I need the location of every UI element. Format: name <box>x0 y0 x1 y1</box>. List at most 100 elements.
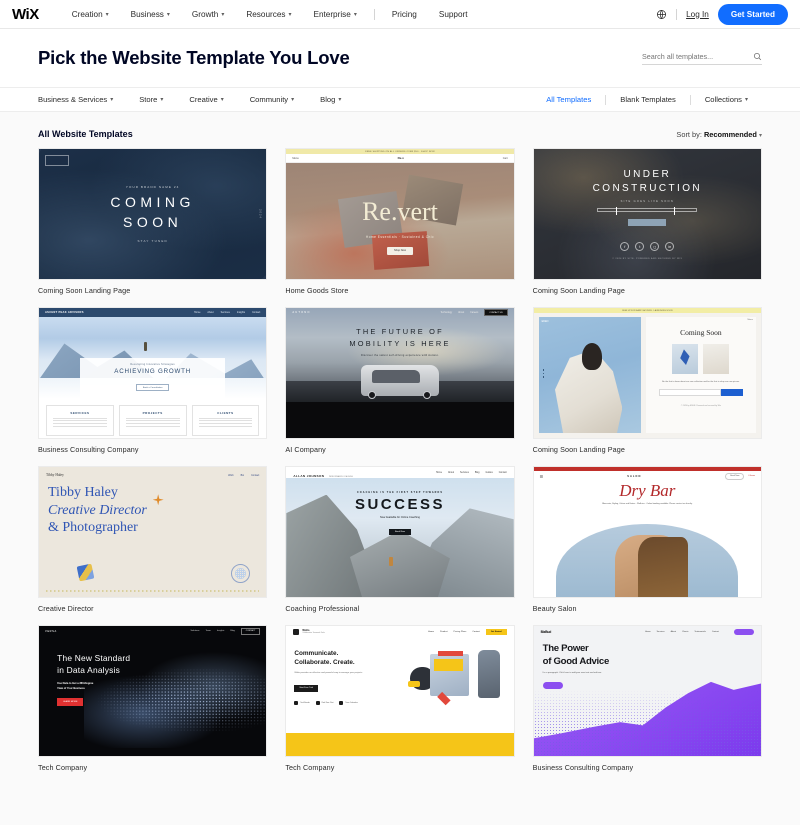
link-all-templates[interactable]: All Templates <box>532 95 605 104</box>
preview-nav: BizBud Home Services About Clients Testi… <box>534 626 761 637</box>
hair-shape <box>581 342 602 371</box>
preview-nav: VERSA Solutions Team Insights Blog CONTA… <box>39 626 266 636</box>
nav-item-resources[interactable]: Resources ▾ <box>235 10 302 19</box>
category-store[interactable]: Store ▾ <box>126 95 176 104</box>
preview-button: Book a Consultation <box>135 384 170 392</box>
nav-item: Product <box>440 630 448 633</box>
template-card[interactable]: FREE SHIPPING ON ALL ORDERS OVER $50 · S… <box>285 148 515 295</box>
get-started-button[interactable]: Get Started <box>717 3 788 25</box>
nav-item: Clients <box>682 630 689 633</box>
nav-item-creation[interactable]: Creation ▾ <box>61 10 120 19</box>
globe-icon <box>231 563 251 583</box>
template-thumbnail[interactable]: Tibby Haley Work Bio Contact Tibby Haley… <box>38 466 268 598</box>
template-preview-ai-mobility: AUTONO Technology About Careers CONTACT … <box>286 308 514 438</box>
template-card[interactable]: VERSA Solutions Team Insights Blog CONTA… <box>38 625 268 772</box>
sort-control[interactable]: Sort by: Recommended ▾ <box>676 130 762 139</box>
chevron-down-icon: ▾ <box>110 97 114 103</box>
template-card[interactable]: ☰ SALON Book Now 0 Items Dry Bar Blow-ou… <box>532 466 762 613</box>
template-card[interactable]: BizBud Home Services About Clients Testi… <box>532 625 762 772</box>
climber-shape <box>388 557 393 567</box>
nav-label: Enterprise <box>313 9 351 19</box>
template-thumbnail[interactable]: FREE SHIPPING ON ALL ORDERS OVER $50 · S… <box>285 148 515 280</box>
sort-label: Sort by: <box>676 129 702 139</box>
template-thumbnail[interactable]: Wolto Collaborative Teamwork Tools Home … <box>285 625 515 757</box>
nav-item-business[interactable]: Business ▾ <box>120 10 181 19</box>
link-collections[interactable]: Collections ▾ <box>691 95 762 104</box>
preview-kicker: COACHING IS THE FIRST STEP TOWARDS <box>356 491 444 495</box>
nav-button: Get Started <box>485 628 507 635</box>
preview-headline: ACHIEVING GROWTH <box>114 367 192 375</box>
announcement-text: SIGN UP FOR EARLY ACCESS · LAUNCHING SOO… <box>622 309 673 312</box>
template-card[interactable]: UNDER CONSTRUCTION SITE GOES LIVE SOON f… <box>532 148 762 295</box>
template-thumbnail[interactable]: ☰ SALON Book Now 0 Items Dry Bar Blow-ou… <box>532 466 762 598</box>
template-grid: YOUR BRAND NAME 24 COMING SOON STAY TUNE… <box>38 148 762 772</box>
template-thumbnail[interactable]: AUTONO Technology About Careers CONTACT … <box>285 307 515 439</box>
template-card[interactable]: SIGN UP FOR EARLY ACCESS · LAUNCHING SOO… <box>532 307 762 454</box>
feature-column: PROJECTS <box>118 404 187 437</box>
preview-footer: © 2024 BY SITE. POWERED AND SECURED BY W… <box>612 258 683 260</box>
search-icon[interactable] <box>753 52 762 61</box>
category-community[interactable]: Community ▾ <box>237 95 307 104</box>
feature-columns: SERVICES PROJECTS CLIENTS <box>39 399 266 438</box>
template-card[interactable]: YOUR BRAND NAME 24 COMING SOON STAY TUNE… <box>38 148 268 295</box>
beak-shape <box>408 680 421 688</box>
nav-label: Resources <box>246 9 286 19</box>
category-blog[interactable]: Blog ▾ <box>307 95 354 104</box>
preview-logo: BizBud <box>540 629 552 634</box>
template-label: Tech Company <box>38 763 88 772</box>
product-thumb <box>703 344 730 374</box>
template-label: Coaching Professional <box>285 604 360 613</box>
category-label: Business & Services <box>38 95 108 104</box>
login-link[interactable]: Log In <box>686 10 709 19</box>
link-blank-templates[interactable]: Blank Templates <box>606 95 690 104</box>
wix-logo[interactable]: WiX <box>12 6 39 23</box>
nav-item: Contact <box>472 630 480 633</box>
chevron-down-icon: ▾ <box>221 11 225 18</box>
chevron-down-icon: ▾ <box>338 97 342 103</box>
nav-item: Services <box>656 630 665 633</box>
template-card[interactable]: AUTONO Technology About Careers CONTACT … <box>285 307 515 454</box>
preview-subline: STAY TUNED <box>137 238 168 243</box>
facebook-icon: f <box>620 242 630 251</box>
nav-item-enterprise[interactable]: Enterprise ▾ <box>302 10 367 19</box>
character-shape <box>478 649 500 699</box>
template-thumbnail[interactable]: VERSA Solutions Team Insights Blog CONTA… <box>38 625 268 757</box>
nav-item-pricing[interactable]: Pricing <box>381 10 428 19</box>
nav-item-support[interactable]: Support <box>428 10 479 19</box>
box-shape <box>433 658 463 672</box>
preview-logo: Tibby Haley <box>46 473 64 477</box>
template-thumbnail[interactable]: ALLAN JOHNSON PERFORMANCE COACHING Home … <box>285 466 515 598</box>
illustration <box>408 645 505 707</box>
template-thumbnail[interactable]: ASCENT PEAK ADVISORS Home About Services… <box>38 307 268 439</box>
template-card[interactable]: ALLAN JOHNSON PERFORMANCE COACHING Home … <box>285 466 515 613</box>
template-card[interactable]: ASCENT PEAK ADVISORS Home About Services… <box>38 307 268 454</box>
template-label: Tech Company <box>285 763 335 772</box>
template-card[interactable]: Wolto Collaborative Teamwork Tools Home … <box>285 625 515 772</box>
nav-item: Contact <box>498 471 507 474</box>
chevron-down-icon: ▾ <box>288 11 292 18</box>
template-thumbnail[interactable]: SIGN UP FOR EARLY ACCESS · LAUNCHING SOO… <box>532 307 762 439</box>
globe-icon[interactable] <box>656 9 667 20</box>
preview-nav-items: Solutions Team Insights Blog CONTACT <box>191 627 261 635</box>
template-thumbnail[interactable]: UNDER CONSTRUCTION SITE GOES LIVE SOON f… <box>532 148 762 280</box>
nav-label: Business <box>130 9 164 19</box>
template-card[interactable]: Tibby Haley Work Bio Contact Tibby Haley… <box>38 466 268 613</box>
category-business-services[interactable]: Business & Services ▾ <box>38 95 126 104</box>
nav-item: About <box>670 630 677 633</box>
template-thumbnail[interactable]: YOUR BRAND NAME 24 COMING SOON STAY TUNE… <box>38 148 268 280</box>
category-creative[interactable]: Creative ▾ <box>176 95 236 104</box>
preview-nav: ALLAN JOHNSON PERFORMANCE COACHING Home … <box>286 467 514 478</box>
preview-subline: Discover the safest self-driving experie… <box>360 353 440 357</box>
preview-nav: ASCENT PEAK ADVISORS Home About Services… <box>39 308 267 317</box>
preview-logo: ALLAN JOHNSON <box>293 473 325 478</box>
nav-item-growth[interactable]: Growth ▾ <box>181 10 235 19</box>
hero-image: EDEN <box>538 317 641 433</box>
search-box[interactable] <box>642 51 762 65</box>
template-thumbnail[interactable]: BizBud Home Services About Clients Testi… <box>532 625 762 757</box>
search-input[interactable] <box>642 51 753 61</box>
nav-item: About <box>448 471 455 474</box>
preview-headline-2: of Good Advice <box>542 655 610 667</box>
nav-item: Insights <box>216 630 225 632</box>
nav-item: Blog <box>474 471 480 474</box>
template-preview-achieving-growth: ASCENT PEAK ADVISORS Home About Services… <box>39 308 267 438</box>
